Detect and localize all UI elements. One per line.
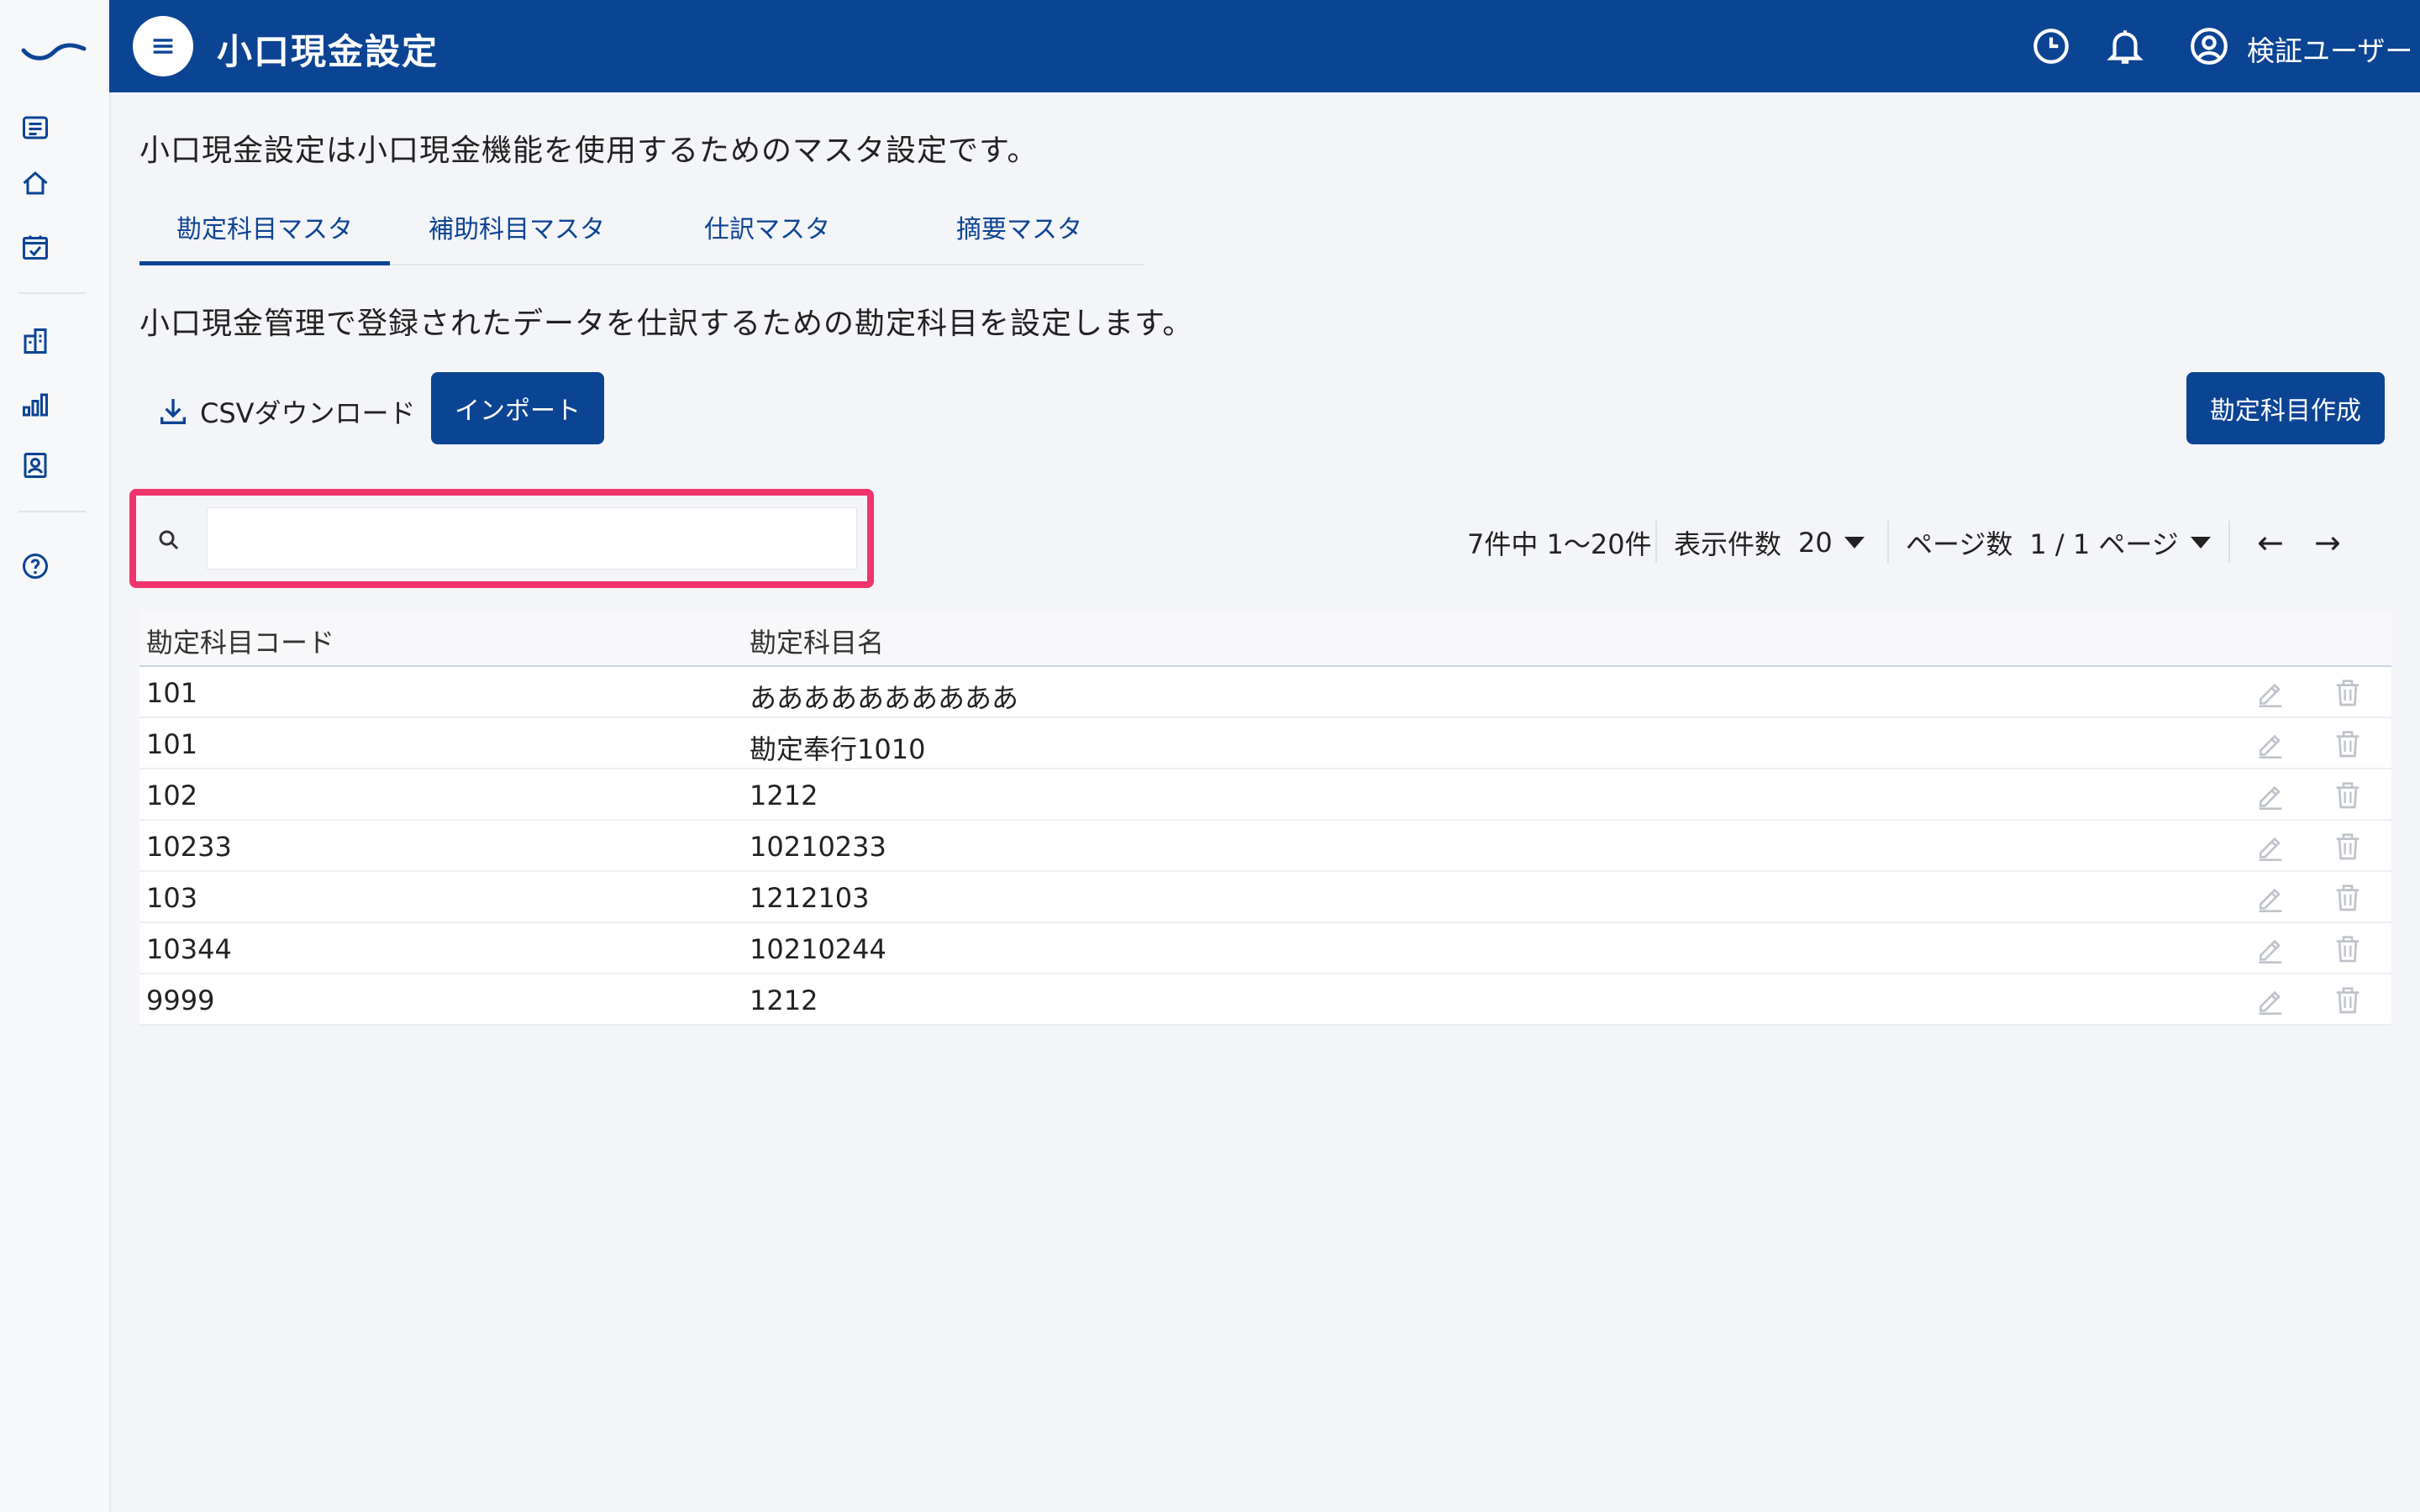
tab-journal-master[interactable]: 仕訳マスタ — [642, 208, 892, 264]
list-icon[interactable] — [18, 111, 52, 144]
table-body: 101 ああああああああああ 101 勘定奉行1010 102 1212 10233 1021… — [139, 667, 2391, 1026]
page-select[interactable]: ページ数 1 / 1 ページ — [1906, 519, 2211, 566]
edit-icon[interactable] — [2254, 778, 2287, 811]
cell-account-code: 102 — [146, 780, 198, 811]
prev-page-button[interactable]: ← — [2257, 519, 2284, 566]
edit-icon[interactable] — [2254, 880, 2287, 914]
menu-icon — [153, 39, 173, 54]
search-input[interactable] — [207, 507, 857, 570]
cell-account-code: 103 — [146, 882, 198, 914]
table-row[interactable]: 101 勘定奉行1010 — [139, 718, 2391, 769]
tab-summary-master[interactable]: 摘要マスタ — [894, 208, 1144, 264]
side-rail — [0, 0, 111, 1512]
page-title: 小口現金設定 — [217, 31, 439, 72]
edit-icon[interactable] — [2254, 829, 2287, 863]
user-name[interactable]: 検証ユーザー — [2247, 29, 2412, 69]
cell-account-code: 101 — [146, 677, 198, 709]
cell-account-name: 10210244 — [750, 933, 886, 965]
create-account-button[interactable]: 勘定科目作成 — [2186, 372, 2385, 444]
menu-button[interactable] — [133, 16, 193, 76]
help-icon[interactable] — [18, 549, 52, 583]
page-value: 1 / 1 ページ — [2029, 528, 2179, 560]
cell-account-name: 1212 — [750, 984, 818, 1016]
search-icon — [159, 530, 179, 550]
page-description: 小口現金設定は小口現金機能を使用するためのマスタ設定です。 — [139, 134, 1039, 168]
rail-divider — [18, 511, 86, 512]
cell-account-name: ああああああああああ — [750, 682, 1019, 714]
calendar-check-icon[interactable] — [18, 230, 52, 264]
per-page-select[interactable]: 表示件数 20 — [1674, 519, 1865, 566]
pager-divider — [1887, 521, 1889, 563]
table-header: 勘定科目コード 勘定科目名 — [139, 610, 2391, 667]
account-table: 勘定科目コード 勘定科目名 101 ああああああああああ 101 勘定奉行1010 10… — [139, 610, 2391, 1026]
table-row[interactable]: 102 1212 — [139, 769, 2391, 821]
tab-sub-account-master[interactable]: 補助科目マスタ — [392, 208, 642, 264]
table-row[interactable]: 10233 10210233 — [139, 821, 2391, 872]
app-header: 小口現金設定 検証ユーザー — [109, 0, 2420, 92]
section-description: 小口現金管理で登録されたデータを仕訳するための勘定科目を設定します。 — [139, 307, 1194, 341]
cell-account-name: 1212 — [750, 780, 818, 811]
trash-icon[interactable] — [2331, 829, 2365, 863]
column-header-name[interactable]: 勘定科目名 — [750, 622, 884, 660]
cell-account-code: 10233 — [146, 831, 232, 863]
cell-account-name: 勘定奉行1010 — [750, 733, 926, 765]
pager-divider — [2228, 521, 2230, 563]
csv-download-label: CSVダウンロード — [200, 397, 416, 429]
per-page-value: 20 — [1798, 527, 1833, 559]
cell-account-code: 101 — [146, 728, 198, 760]
chevron-down-icon — [2190, 537, 2211, 549]
per-page-label: 表示件数 — [1674, 528, 1782, 560]
rail-divider — [18, 292, 86, 294]
page-label: ページ数 — [1906, 528, 2013, 560]
table-row[interactable]: 103 1212103 — [139, 872, 2391, 923]
trash-icon[interactable] — [2331, 880, 2365, 914]
tab-account-master[interactable]: 勘定科目マスタ — [139, 208, 390, 265]
trash-icon[interactable] — [2331, 778, 2365, 811]
user-circle-icon[interactable] — [2188, 25, 2230, 67]
import-button[interactable]: インポート — [431, 372, 604, 444]
search-highlight — [129, 489, 874, 588]
cell-account-code: 10344 — [146, 933, 232, 965]
master-tabs: 勘定科目マスタ 補助科目マスタ 仕訳マスタ 摘要マスタ — [139, 202, 1144, 265]
contact-card-icon[interactable] — [18, 449, 52, 482]
edit-icon[interactable] — [2254, 727, 2287, 760]
history-clock-icon[interactable] — [2030, 25, 2072, 67]
trash-icon[interactable] — [2331, 727, 2365, 760]
edit-icon[interactable] — [2254, 675, 2287, 709]
table-row[interactable]: 101 ああああああああああ — [139, 667, 2391, 718]
trash-icon[interactable] — [2331, 932, 2365, 965]
column-header-code[interactable]: 勘定科目コード — [146, 622, 334, 660]
table-row[interactable]: 9999 1212 — [139, 974, 2391, 1026]
trash-icon[interactable] — [2331, 675, 2365, 709]
result-count: 7件中 1〜20件 — [1467, 528, 1652, 560]
cell-account-name: 10210233 — [750, 831, 886, 863]
home-icon[interactable] — [18, 166, 52, 200]
next-page-button[interactable]: → — [2314, 519, 2341, 566]
cell-account-code: 9999 — [146, 984, 215, 1016]
edit-icon[interactable] — [2254, 932, 2287, 965]
table-row[interactable]: 10344 10210244 — [139, 923, 2391, 974]
building-icon[interactable] — [18, 324, 52, 358]
bar-chart-icon[interactable] — [18, 388, 52, 422]
brand-logo[interactable] — [20, 32, 87, 66]
download-icon — [160, 399, 186, 424]
csv-download-button[interactable]: CSVダウンロード — [156, 386, 416, 437]
pager-divider — [1655, 521, 1657, 563]
chevron-down-icon — [1844, 537, 1865, 549]
trash-icon[interactable] — [2331, 983, 2365, 1016]
bell-icon[interactable] — [2104, 25, 2146, 67]
cell-account-name: 1212103 — [750, 882, 870, 914]
edit-icon[interactable] — [2254, 983, 2287, 1016]
